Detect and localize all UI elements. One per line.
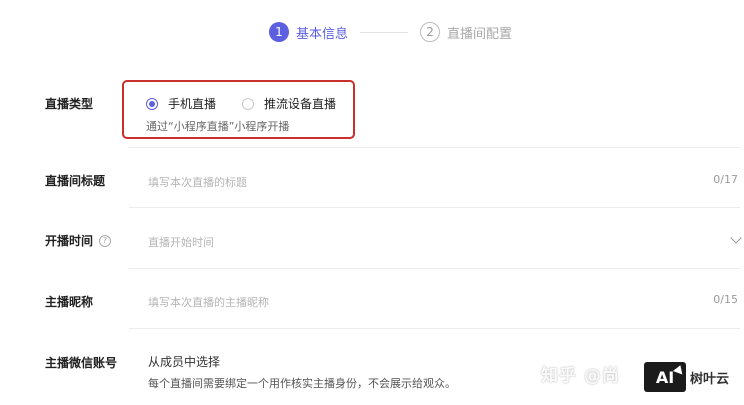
step-basic-info[interactable]: 1 基本信息 (269, 22, 348, 42)
radio-mobile-live[interactable]: 手机直播 (146, 95, 216, 112)
host-nickname-counter: 0/15 (713, 293, 738, 306)
radio-mobile-live-label: 手机直播 (168, 97, 217, 111)
title-label: 直播间标题 (45, 174, 106, 188)
step-label-1: 基本信息 (296, 26, 349, 42)
host-nickname-input[interactable]: 填写本次直播的主播昵称 (148, 294, 269, 310)
watermark-brand-name: 树叶云 (690, 371, 730, 387)
chevron-down-icon[interactable] (730, 232, 742, 244)
step-connector (360, 31, 409, 33)
start-time-label-text: 开播时间 (45, 234, 94, 248)
step-room-config[interactable]: 2 直播间配置 (420, 22, 512, 42)
title-counter: 0/17 (713, 173, 738, 186)
ai-logo-icon: AI (644, 362, 686, 392)
title-input[interactable]: 填写本次直播的标题 (148, 174, 247, 190)
watermark-badge: AI 树叶云 (642, 359, 740, 395)
step-number-1: 1 (269, 22, 289, 42)
step-number-2: 2 (420, 22, 441, 42)
select-from-members-link[interactable]: 从成员中选择 (148, 353, 220, 370)
host-nickname-label: 主播昵称 (45, 295, 94, 309)
live-type-radio-group: 手机直播 推流设备直播 (146, 95, 362, 112)
watermark-text: 知乎 @尚 (541, 366, 620, 386)
live-type-label: 直播类型 (45, 97, 94, 111)
divider (129, 207, 740, 208)
radio-stream-device-live[interactable]: 推流设备直播 (242, 95, 336, 112)
live-type-hint: 通过“小程序直播”小程序开播 (146, 120, 290, 133)
radio-unchecked-icon[interactable] (242, 97, 255, 110)
divider (129, 328, 740, 329)
help-icon[interactable]: ? (99, 234, 112, 247)
start-time-picker[interactable]: 直播开始时间 (148, 234, 214, 250)
host-wechat-label: 主播微信账号 (45, 356, 118, 370)
radio-checked-icon[interactable] (146, 97, 158, 110)
start-time-label: 开播时间 ? (45, 232, 112, 249)
divider (129, 268, 740, 269)
step-label-2: 直播间配置 (447, 26, 513, 42)
host-wechat-hint: 每个直播间需要绑定一个用作核实主播身份，不会展示给观众。 (148, 377, 456, 390)
stepper: 1 基本信息 2 直播间配置 (269, 22, 512, 42)
divider (129, 147, 740, 148)
radio-stream-device-live-label: 推流设备直播 (264, 97, 337, 111)
